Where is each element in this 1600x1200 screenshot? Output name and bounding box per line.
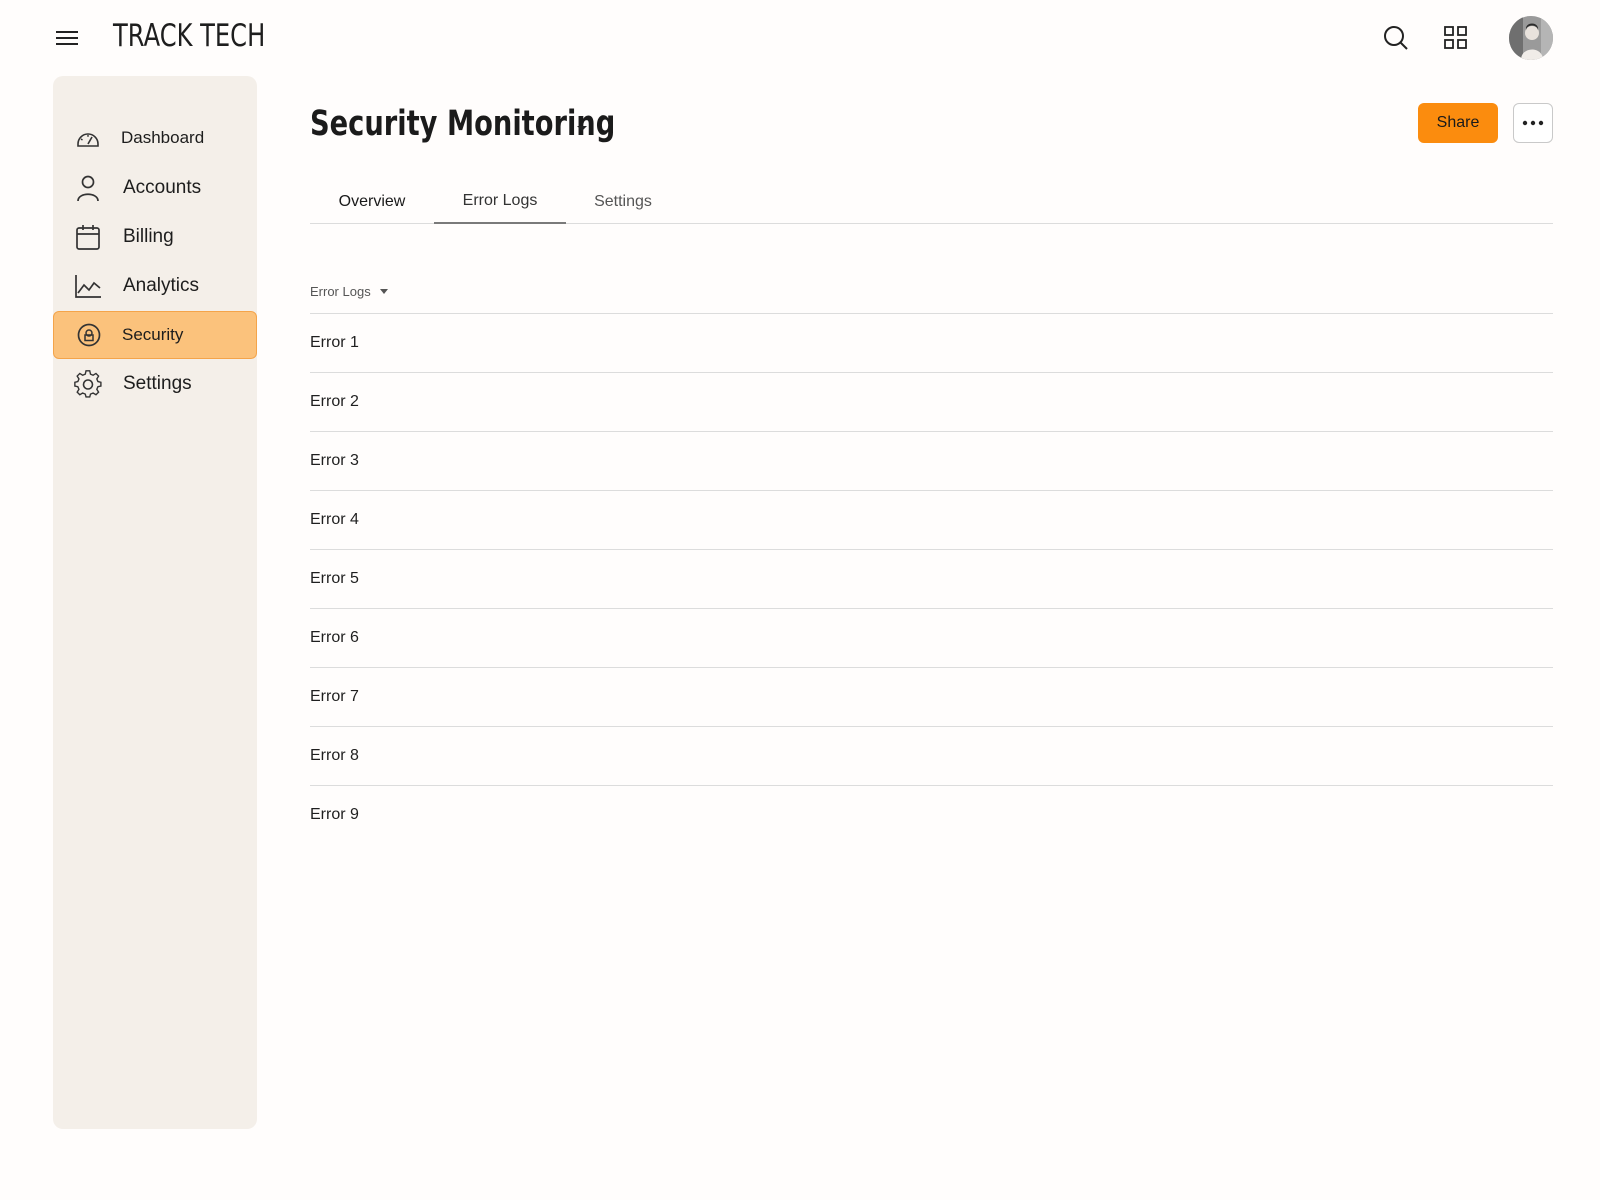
calendar-icon — [73, 222, 103, 252]
gauge-icon — [73, 123, 103, 153]
list-item[interactable]: Error 9 — [310, 785, 1553, 844]
tab-overview[interactable]: Overview — [310, 180, 434, 224]
search-icon — [1384, 26, 1408, 50]
sidebar-item-accounts[interactable]: Accounts — [53, 164, 257, 212]
sidebar-item-billing[interactable]: Billing — [53, 213, 257, 261]
menu-button[interactable] — [52, 24, 82, 52]
user-icon — [73, 173, 103, 203]
list-item-label: Error 1 — [310, 334, 359, 351]
avatar-photo — [1509, 16, 1553, 60]
list-item-label: Error 2 — [310, 393, 359, 410]
list-item[interactable]: Error 3 — [310, 431, 1553, 490]
list-header-dropdown[interactable]: Error Logs — [310, 284, 389, 299]
list-item-label: Error 7 — [310, 688, 359, 705]
search-button[interactable] — [1380, 22, 1412, 54]
share-button[interactable]: Share — [1418, 103, 1498, 143]
tab-label: Error Logs — [462, 192, 538, 209]
more-options-button[interactable] — [1513, 103, 1553, 143]
sidebar-item-label: Accounts — [123, 177, 202, 198]
sidebar-item-label: Security — [122, 325, 184, 344]
user-avatar[interactable] — [1509, 16, 1553, 60]
tab-error-logs[interactable]: Error Logs — [434, 180, 566, 224]
shield-lock-icon — [74, 320, 104, 350]
sidebar-item-label: Settings — [123, 373, 192, 394]
list-item[interactable]: Error 5 — [310, 549, 1553, 608]
tab-label: Overview — [338, 193, 406, 210]
sidebar-item-label: Billing — [123, 226, 174, 247]
list-item-label: Error 5 — [310, 570, 359, 587]
sidebar-item-security[interactable]: Security — [53, 311, 257, 359]
menu-icon — [56, 31, 78, 45]
sidebar: Dashboard Accounts Billing Analytics Sec… — [53, 76, 257, 1129]
chevron-down-icon — [577, 126, 587, 131]
list-item-label: Error 3 — [310, 452, 359, 469]
list-item[interactable]: Error 7 — [310, 667, 1553, 726]
app-logo: TRACK TECH — [113, 18, 266, 54]
line-chart-icon — [73, 271, 103, 301]
chevron-down-icon — [379, 289, 388, 294]
error-log-list: Error 1 Error 2 Error 3 Error 4 Error 5 … — [310, 313, 1553, 844]
list-item-label: Error 4 — [310, 511, 359, 528]
list-item-label: Error 8 — [310, 747, 359, 764]
more-horizontal-icon — [1522, 120, 1544, 126]
sidebar-item-dashboard[interactable]: Dashboard — [53, 114, 257, 162]
sidebar-item-label: Dashboard — [121, 128, 205, 147]
list-item[interactable]: Error 1 — [310, 313, 1553, 372]
grid-icon — [1444, 26, 1467, 49]
page-title-row: Security Monitoring — [310, 100, 701, 148]
tab-bar: Overview Error Logs Settings — [310, 180, 1553, 224]
title-dropdown-caret[interactable] — [575, 120, 591, 131]
page-title: Security Monitoring — [310, 104, 616, 144]
top-bar: TRACK TECH — [0, 0, 1600, 74]
list-item-label: Error 6 — [310, 629, 359, 646]
list-header-label: Error Logs — [310, 284, 371, 299]
list-item-label: Error 9 — [310, 806, 359, 823]
sidebar-item-settings[interactable]: Settings — [53, 360, 257, 408]
apps-grid-button[interactable] — [1440, 22, 1472, 54]
list-item[interactable]: Error 6 — [310, 608, 1553, 667]
list-item[interactable]: Error 4 — [310, 490, 1553, 549]
list-item[interactable]: Error 2 — [310, 372, 1553, 431]
tab-label: Settings — [594, 193, 652, 210]
list-item[interactable]: Error 8 — [310, 726, 1553, 785]
tab-settings[interactable]: Settings — [566, 180, 680, 224]
sidebar-item-label: Analytics — [123, 275, 200, 296]
gear-icon — [73, 369, 103, 399]
sidebar-item-analytics[interactable]: Analytics — [53, 262, 257, 310]
